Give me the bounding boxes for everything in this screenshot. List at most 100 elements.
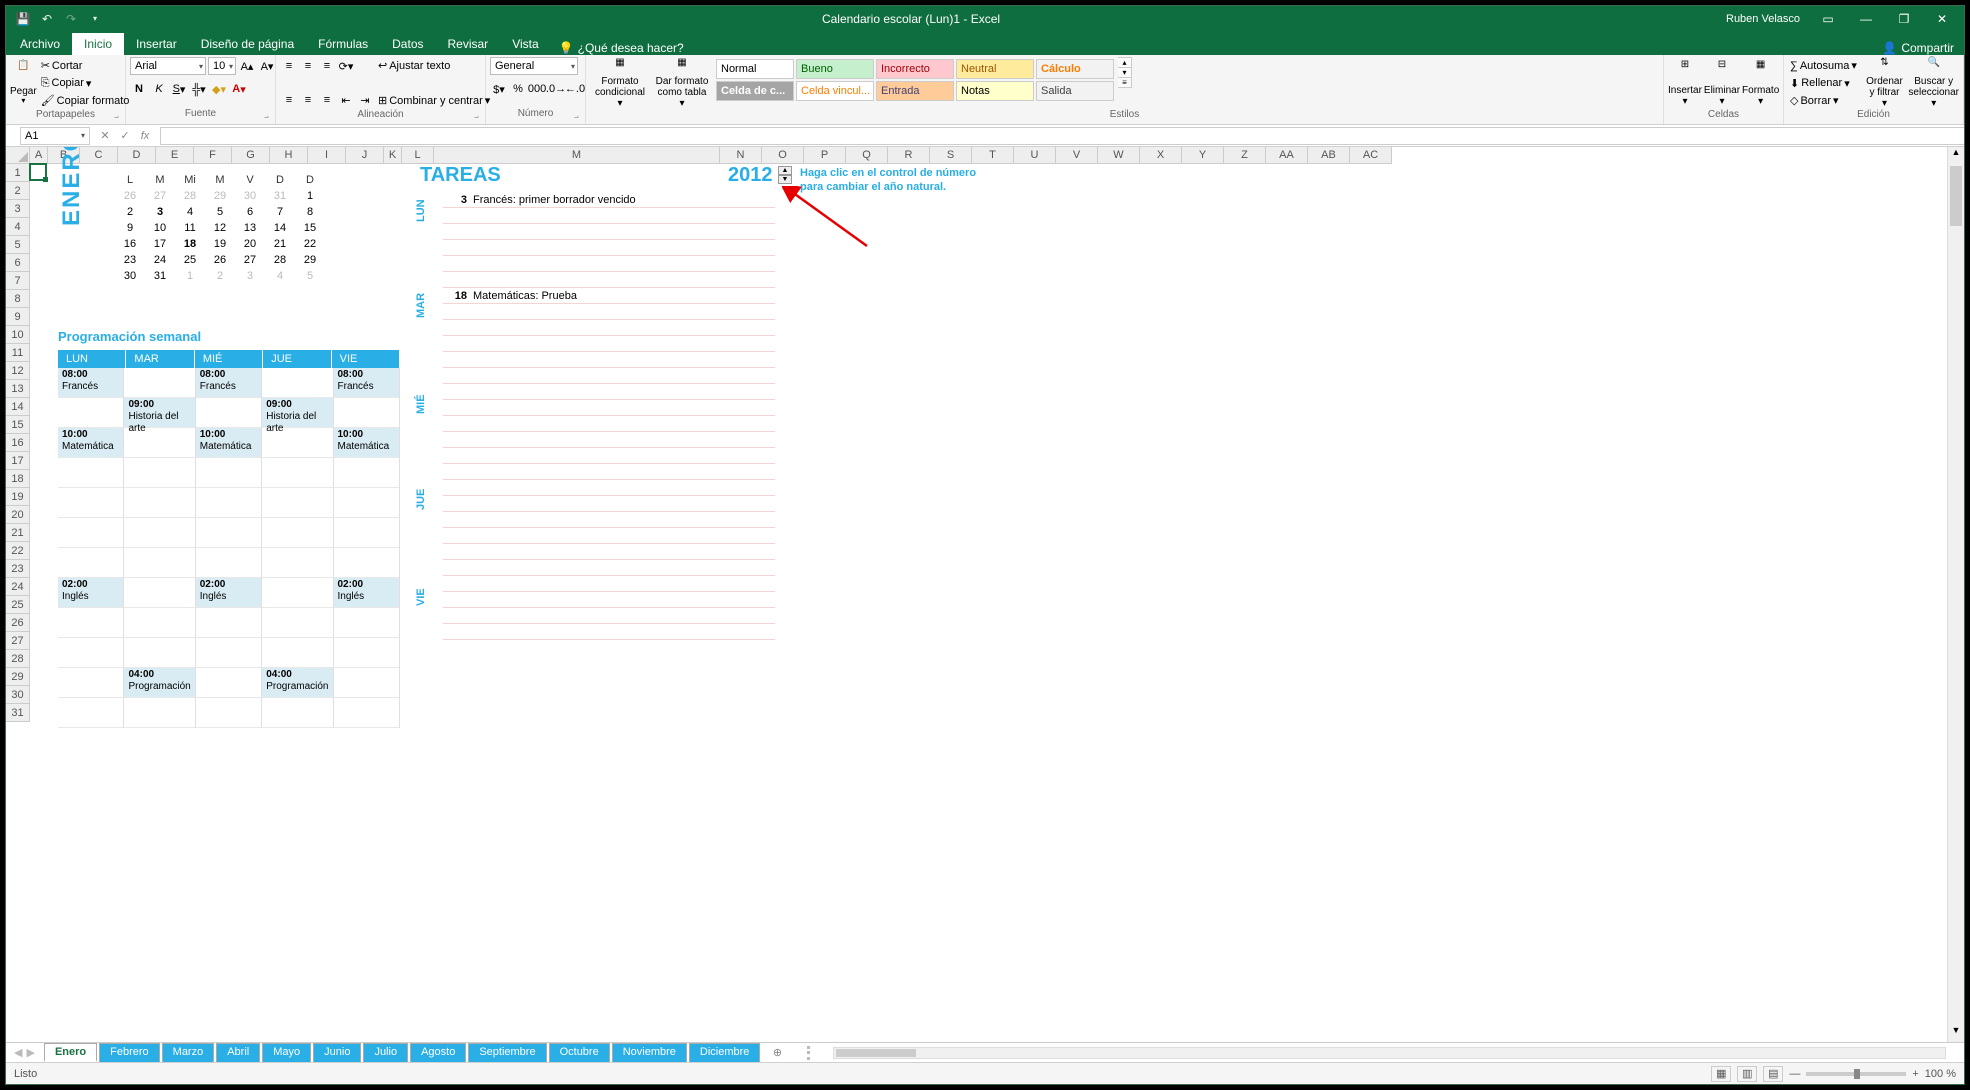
style-incorrecto[interactable]: Incorrecto — [876, 59, 954, 79]
style-c-lculo[interactable]: Cálculo — [1036, 59, 1114, 79]
sheet-tab-mayo[interactable]: Mayo — [262, 1043, 311, 1062]
schedule-cell[interactable] — [58, 458, 123, 488]
vscroll-up[interactable]: ▲ — [1948, 147, 1964, 164]
dec-indent[interactable]: ⇤ — [337, 91, 355, 109]
col-header-U[interactable]: U — [1014, 147, 1056, 163]
row-header-31[interactable]: 31 — [6, 704, 29, 722]
row-header-14[interactable]: 14 — [6, 398, 29, 416]
italic-button[interactable]: K — [150, 80, 168, 98]
schedule-cell[interactable] — [124, 458, 194, 488]
schedule-cell[interactable] — [58, 518, 123, 548]
ribbon-tab-diseño-de-página[interactable]: Diseño de página — [189, 33, 306, 55]
schedule-cell[interactable] — [58, 608, 123, 638]
thousands-button[interactable]: 000 — [528, 80, 546, 98]
task-line[interactable] — [443, 432, 775, 448]
row-header-10[interactable]: 10 — [6, 326, 29, 344]
schedule-cell[interactable] — [262, 608, 332, 638]
font-name-combo[interactable]: Arial — [130, 57, 206, 75]
sheet-tab-marzo[interactable]: Marzo — [162, 1043, 215, 1062]
schedule-cell[interactable] — [196, 518, 261, 548]
task-line[interactable] — [443, 336, 775, 352]
row-header-17[interactable]: 17 — [6, 452, 29, 470]
schedule-cell[interactable] — [58, 698, 123, 728]
fx-icon[interactable]: fx — [136, 127, 154, 145]
column-headers[interactable]: ABCDEFGHIJKLMNOPQRSTUVWXYZAAABAC — [30, 147, 1392, 164]
col-header-A[interactable]: A — [30, 147, 48, 163]
tab-splitter[interactable] — [807, 1046, 813, 1060]
schedule-cell[interactable] — [196, 548, 261, 578]
task-line[interactable] — [443, 240, 775, 256]
row-header-11[interactable]: 11 — [6, 344, 29, 362]
schedule-cell[interactable] — [196, 398, 261, 428]
schedule-cell[interactable] — [334, 668, 399, 698]
schedule-cell[interactable]: 08:00Francés — [334, 368, 399, 398]
style-normal[interactable]: Normal — [716, 59, 794, 79]
ribbon-tab-revisar[interactable]: Revisar — [436, 33, 501, 55]
qat-customize-icon[interactable]: ▾ — [86, 10, 104, 28]
schedule-cell[interactable]: 10:00Matemática — [334, 428, 399, 458]
schedule-cell[interactable] — [124, 518, 194, 548]
dec-decimal-button[interactable]: ←.0 — [566, 80, 584, 98]
row-header-3[interactable]: 3 — [6, 200, 29, 218]
style-salida[interactable]: Salida — [1036, 81, 1114, 101]
col-header-X[interactable]: X — [1140, 147, 1182, 163]
row-header-9[interactable]: 9 — [6, 308, 29, 326]
schedule-cell[interactable] — [58, 398, 123, 428]
task-line[interactable] — [443, 224, 775, 240]
row-header-5[interactable]: 5 — [6, 236, 29, 254]
row-header-18[interactable]: 18 — [6, 470, 29, 488]
insert-cells-button[interactable]: ⊞Insertar▾ — [1668, 57, 1702, 109]
row-header-25[interactable]: 25 — [6, 596, 29, 614]
hscroll[interactable] — [833, 1047, 1946, 1059]
task-line[interactable] — [443, 496, 775, 512]
schedule-cell[interactable] — [262, 698, 332, 728]
row-header-16[interactable]: 16 — [6, 434, 29, 452]
style-notas[interactable]: Notas — [956, 81, 1034, 101]
schedule-cell[interactable] — [58, 488, 123, 518]
col-header-K[interactable]: K — [384, 147, 402, 163]
normal-view-icon[interactable]: ▦ — [1711, 1066, 1731, 1082]
redo-icon[interactable]: ↷ — [62, 10, 80, 28]
grow-font-button[interactable]: A▴ — [238, 57, 256, 75]
col-header-R[interactable]: R — [888, 147, 930, 163]
schedule-cell[interactable]: 02:00Inglés — [58, 578, 123, 608]
task-line[interactable] — [443, 544, 775, 560]
col-header-M[interactable]: M — [434, 147, 720, 163]
sheet-tab-septiembre[interactable]: Septiembre — [468, 1043, 546, 1062]
clear-button[interactable]: ◇ Borrar ▾ — [1788, 92, 1861, 109]
ribbon-tab-archivo[interactable]: Archivo — [8, 33, 72, 55]
schedule-cell[interactable] — [262, 578, 332, 608]
vscroll-thumb[interactable] — [1950, 166, 1962, 226]
schedule-cell[interactable] — [334, 458, 399, 488]
minimize-icon[interactable]: — — [1848, 6, 1884, 31]
page-break-view-icon[interactable]: ▤ — [1763, 1066, 1783, 1082]
underline-button[interactable]: S▾ — [170, 80, 188, 98]
schedule-cell[interactable] — [262, 518, 332, 548]
row-headers[interactable]: 1234567891011121314151617181920212223242… — [6, 164, 30, 722]
col-header-D[interactable]: D — [118, 147, 156, 163]
col-header-W[interactable]: W — [1098, 147, 1140, 163]
schedule-cell[interactable] — [124, 608, 194, 638]
share-button[interactable]: 👤 Compartir — [1882, 41, 1954, 55]
schedule-cell[interactable] — [262, 548, 332, 578]
spinner-up-icon[interactable]: ▲ — [778, 166, 792, 175]
cancel-fx-icon[interactable]: ✕ — [96, 127, 114, 145]
formula-input[interactable] — [160, 127, 1964, 145]
align-center[interactable]: ≡ — [299, 91, 317, 109]
row-header-27[interactable]: 27 — [6, 632, 29, 650]
sheet-tab-enero[interactable]: Enero — [44, 1043, 97, 1062]
maximize-icon[interactable]: ❐ — [1886, 6, 1922, 31]
number-format-combo[interactable]: General — [490, 57, 578, 75]
task-line[interactable] — [443, 320, 775, 336]
wrap-text-button[interactable]: ↩ Ajustar texto — [376, 57, 492, 74]
schedule-cell[interactable] — [196, 608, 261, 638]
percent-button[interactable]: % — [509, 80, 527, 98]
col-header-O[interactable]: O — [762, 147, 804, 163]
schedule-cell[interactable] — [196, 668, 261, 698]
enter-fx-icon[interactable]: ✓ — [116, 127, 134, 145]
task-line[interactable] — [443, 416, 775, 432]
schedule-cell[interactable] — [124, 578, 194, 608]
zoom-out-button[interactable]: — — [1789, 1068, 1800, 1080]
sheet-tab-julio[interactable]: Julio — [363, 1043, 408, 1062]
row-header-13[interactable]: 13 — [6, 380, 29, 398]
